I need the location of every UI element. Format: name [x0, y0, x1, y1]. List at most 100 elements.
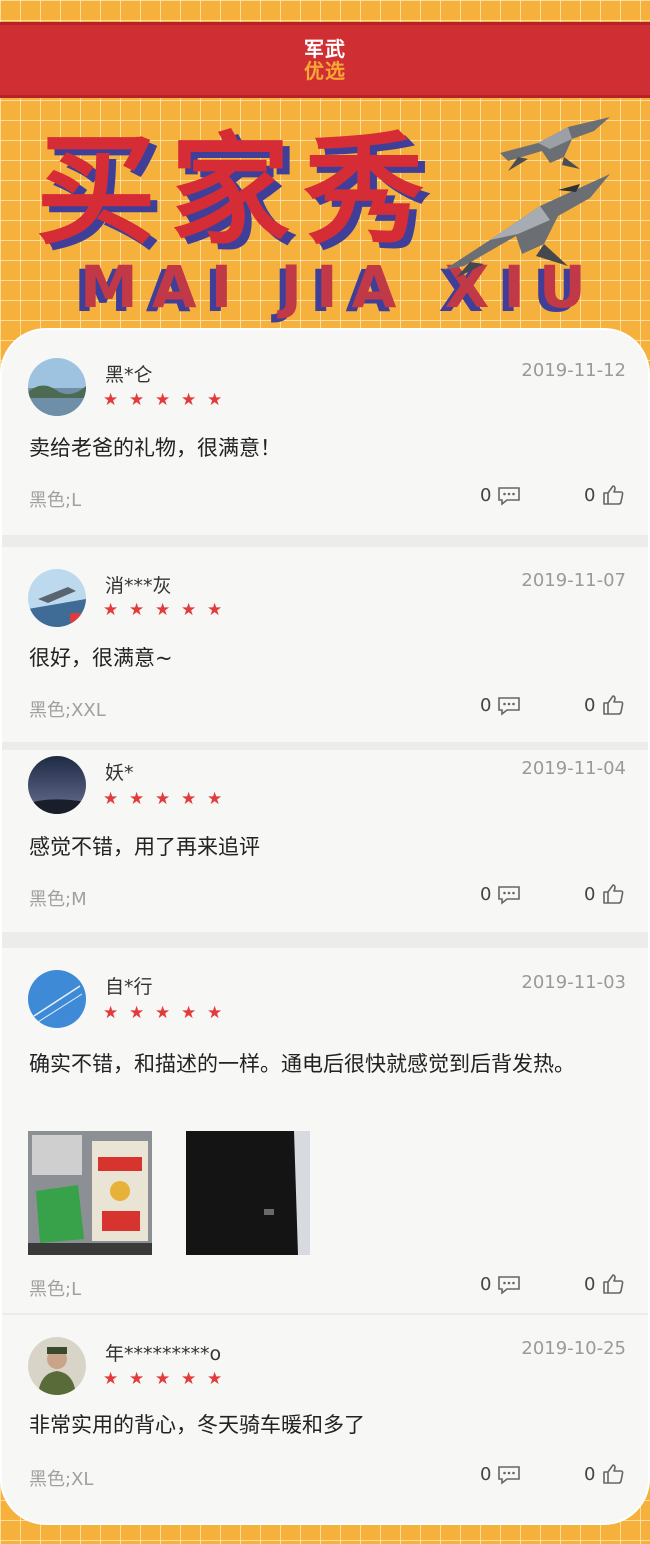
star-icon: ★: [129, 600, 145, 620]
comment-count: 0: [480, 1464, 492, 1485]
like-button[interactable]: 0: [584, 1272, 625, 1296]
brand-logo-line2: 优选: [304, 59, 346, 83]
review-text: 卖给老爸的礼物，很满意！: [29, 436, 281, 460]
star-icon: ★: [103, 390, 119, 410]
user-avatar[interactable]: [28, 756, 86, 814]
like-count: 0: [584, 694, 596, 716]
comment-button[interactable]: 0: [480, 1274, 521, 1295]
product-spec: 黑色;M: [29, 889, 87, 910]
star-icon: ★: [181, 1369, 197, 1389]
rating-stars: ★ ★ ★ ★ ★: [103, 392, 224, 409]
star-icon: ★: [181, 1003, 197, 1023]
product-spec: 黑色;XXL: [29, 700, 106, 721]
comment-count: 0: [480, 485, 492, 506]
star-icon: ★: [181, 789, 197, 809]
star-icon: ★: [207, 1003, 223, 1023]
star-icon: ★: [129, 1003, 145, 1023]
star-icon: ★: [103, 1003, 119, 1023]
like-button[interactable]: 0: [584, 693, 625, 717]
comment-icon: [498, 696, 521, 716]
review-text: 很好，很满意~: [29, 646, 173, 670]
user-avatar[interactable]: [28, 569, 86, 627]
comment-count: 0: [480, 695, 492, 716]
like-count: 0: [584, 484, 596, 506]
fighter-jet-icon: [500, 117, 610, 171]
reviewer-name: 黑*仑: [105, 364, 153, 386]
comment-icon: [498, 885, 521, 905]
reviewer-name: 自*行: [105, 976, 153, 998]
review-card: 黑*仑 ★ ★ ★ ★ ★ 2019-11-12 卖给老爸的礼物，很满意！ 黑色…: [2, 330, 648, 535]
star-icon: ★: [103, 600, 119, 620]
fighter-jet-icon: [444, 174, 610, 278]
review-text: 感觉不错，用了再来追评: [29, 835, 260, 859]
like-button[interactable]: 0: [584, 483, 625, 507]
user-avatar[interactable]: [28, 1337, 86, 1395]
star-icon: ★: [103, 789, 119, 809]
thumbs-up-icon: [603, 884, 624, 904]
comment-button[interactable]: 0: [480, 884, 521, 905]
star-icon: ★: [207, 600, 223, 620]
brand-logo-line1: 军武: [304, 37, 346, 61]
comment-count: 0: [480, 884, 492, 905]
thumbs-up-icon: [603, 485, 624, 505]
reviews-panel: 黑*仑 ★ ★ ★ ★ ★ 2019-11-12 卖给老爸的礼物，很满意！ 黑色…: [0, 328, 650, 1525]
rating-stars: ★ ★ ★ ★ ★: [103, 791, 224, 808]
star-icon: ★: [155, 1003, 171, 1023]
review-text: 确实不错，和描述的一样。通电后很快就感觉到后背发热。: [29, 1052, 575, 1076]
star-icon: ★: [129, 1369, 145, 1389]
comment-icon: [498, 486, 521, 506]
rating-stars: ★ ★ ★ ★ ★: [103, 1371, 224, 1388]
star-icon: ★: [155, 390, 171, 410]
star-icon: ★: [155, 789, 171, 809]
thumbs-up-icon: [603, 1274, 624, 1294]
review-card: 妖* ★ ★ ★ ★ ★ 2019-11-04 感觉不错，用了再来追评 黑色;M…: [2, 750, 648, 932]
comment-count: 0: [480, 1274, 492, 1295]
review-card: 自*行 ★ ★ ★ ★ ★ 2019-11-03 确实不错，和描述的一样。通电后…: [2, 948, 648, 1313]
comment-icon: [498, 1275, 521, 1295]
rating-stars: ★ ★ ★ ★ ★: [103, 1005, 224, 1022]
star-icon: ★: [103, 1369, 119, 1389]
review-card: 消***灰 ★ ★ ★ ★ ★ 2019-11-07 很好，很满意~ 黑色;XX…: [2, 547, 648, 742]
like-button[interactable]: 0: [584, 882, 625, 906]
review-photo[interactable]: [28, 1131, 152, 1255]
brand-header: 军武 优选: [0, 22, 650, 98]
user-avatar[interactable]: [28, 358, 86, 416]
comment-icon: [498, 1465, 521, 1485]
star-icon: ★: [155, 1369, 171, 1389]
review-date: 2019-11-12: [521, 360, 626, 381]
star-icon: ★: [129, 789, 145, 809]
comment-button[interactable]: 0: [480, 1464, 521, 1485]
hero-banner: 买家秀 MAI JIA XIU: [0, 105, 650, 330]
hero-title: 买家秀: [36, 122, 438, 261]
comment-button[interactable]: 0: [480, 695, 521, 716]
star-icon: ★: [155, 600, 171, 620]
review-photo[interactable]: [186, 1131, 310, 1255]
product-spec: 黑色;L: [29, 490, 82, 511]
comment-button[interactable]: 0: [480, 485, 521, 506]
section-divider: [2, 535, 648, 547]
section-divider: [2, 932, 648, 948]
review-date: 2019-11-04: [521, 758, 626, 779]
star-icon: ★: [181, 600, 197, 620]
user-avatar[interactable]: [28, 970, 86, 1028]
star-icon: ★: [181, 390, 197, 410]
star-icon: ★: [129, 390, 145, 410]
reviewer-name: 消***灰: [105, 575, 172, 597]
product-spec: 黑色;L: [29, 1279, 82, 1300]
like-count: 0: [584, 1273, 596, 1295]
like-button[interactable]: 0: [584, 1462, 625, 1486]
like-count: 0: [584, 1463, 596, 1485]
reviewer-name: 年*********o: [105, 1343, 222, 1365]
rating-stars: ★ ★ ★ ★ ★: [103, 602, 224, 619]
star-icon: ★: [207, 789, 223, 809]
thumbs-up-icon: [603, 695, 624, 715]
review-date: 2019-10-25: [521, 1338, 626, 1359]
thumbs-up-icon: [603, 1464, 624, 1484]
review-date: 2019-11-07: [521, 570, 626, 591]
review-date: 2019-11-03: [521, 972, 626, 993]
reviewer-name: 妖*: [105, 762, 134, 784]
section-divider: [2, 742, 648, 750]
like-count: 0: [584, 883, 596, 905]
star-icon: ★: [207, 1369, 223, 1389]
product-spec: 黑色;XL: [29, 1469, 94, 1490]
